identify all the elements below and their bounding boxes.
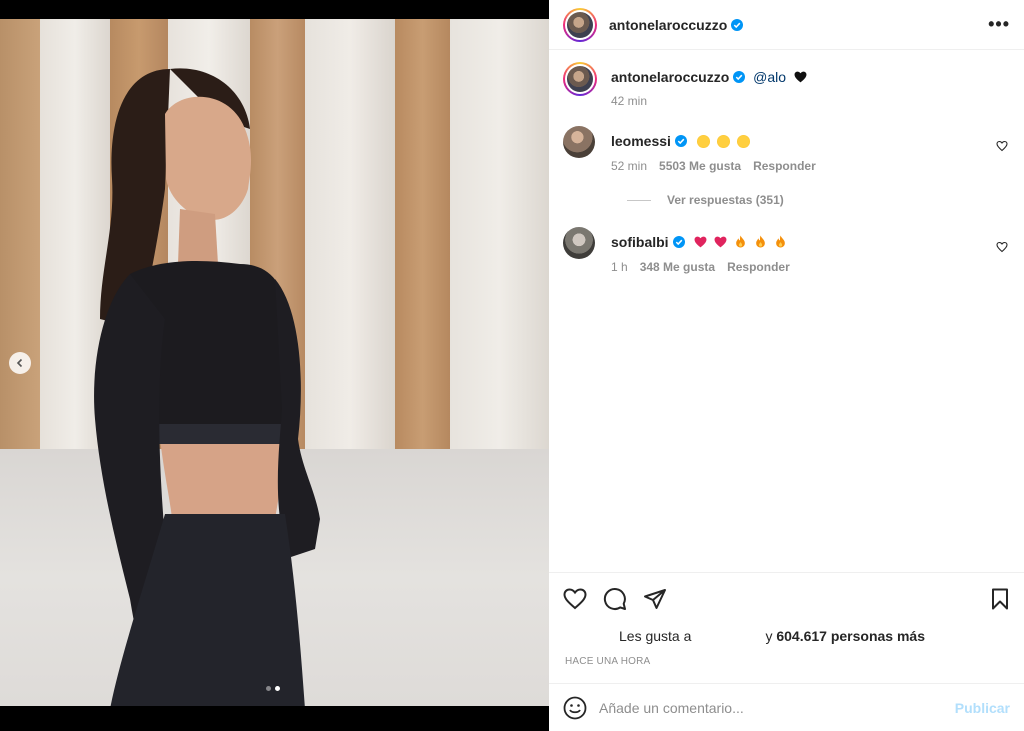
verified-badge-icon	[672, 236, 685, 248]
likes-summary: Les gusta a y 604.617 personas más	[549, 624, 939, 644]
replies-divider	[627, 199, 651, 201]
likes-y: y	[765, 628, 773, 644]
bookmark-icon	[992, 588, 1008, 609]
caption-time: 42 min	[611, 94, 648, 108]
comment-time: 52 min	[611, 159, 648, 173]
post-media	[0, 0, 549, 731]
verified-badge-icon	[731, 18, 744, 31]
red-heart-emoji-icon	[714, 236, 727, 248]
fire-emoji-icon	[776, 235, 785, 248]
view-replies-button[interactable]: Ver respuestas (351)	[627, 193, 1010, 207]
likes-prefix: Les gusta a	[619, 628, 692, 644]
comment-avatar[interactable]	[563, 126, 595, 158]
smiley-icon[interactable]	[563, 696, 587, 720]
slide-dot	[266, 686, 271, 691]
post-panel: antonelaroccuzzo ••• antonelaroccuzzo @a…	[549, 0, 1024, 731]
author-avatar[interactable]	[563, 7, 597, 42]
verified-badge-icon	[674, 135, 687, 147]
caption-avatar[interactable]	[563, 62, 597, 96]
comment-icon	[603, 587, 626, 610]
author-username[interactable]: antonelaroccuzzo	[609, 17, 727, 33]
heart-icon	[563, 587, 587, 609]
comment-input[interactable]	[599, 699, 955, 716]
heart-icon[interactable]	[996, 241, 1008, 253]
post-header: antonelaroccuzzo •••	[549, 0, 1024, 50]
comment-item: leomessi 52 min 5503 Me gusta Responder	[563, 126, 1010, 173]
share-button[interactable]	[643, 588, 667, 610]
previous-slide-button[interactable]	[9, 352, 31, 374]
publish-button[interactable]: Publicar	[955, 700, 1010, 716]
black-heart-emoji-icon	[794, 71, 807, 83]
comment-button[interactable]	[603, 587, 627, 611]
fire-emoji-icon	[736, 235, 746, 248]
comment-avatar[interactable]	[563, 227, 595, 259]
likes-count[interactable]: 604.617 personas más	[776, 628, 925, 644]
reply-button[interactable]: Responder	[753, 159, 816, 173]
heart-eyes-emoji-icon	[696, 135, 710, 148]
heart-eyes-emoji-icon	[716, 135, 730, 148]
slide-dot-active	[275, 686, 280, 691]
comment-username[interactable]: sofibalbi	[611, 234, 669, 250]
view-replies-label: Ver respuestas (351)	[667, 193, 784, 207]
comment-likes[interactable]: 5503 Me gusta	[659, 159, 741, 173]
post-photo[interactable]	[0, 19, 549, 706]
comments-section: antonelaroccuzzo @alo 42 min leomessi 52…	[549, 50, 1024, 572]
slide-indicator	[266, 686, 280, 691]
comment-time: 1 h	[611, 260, 628, 274]
add-comment-bar: Publicar	[549, 683, 1024, 731]
comment-item: sofibalbi 1 h 348 Me gusta Responder	[563, 227, 1010, 274]
verified-badge-icon	[733, 71, 746, 83]
post-timestamp[interactable]: HACE UNA HORA	[549, 644, 1024, 667]
caption: antonelaroccuzzo @alo 42 min	[563, 62, 1010, 108]
person-figure	[94, 68, 320, 706]
caption-username[interactable]: antonelaroccuzzo	[611, 69, 729, 85]
fire-emoji-icon	[756, 235, 765, 248]
post-actions	[549, 572, 1024, 624]
heart-eyes-emoji-icon	[736, 135, 750, 148]
more-options-icon[interactable]: •••	[988, 14, 1010, 35]
reply-button[interactable]: Responder	[727, 260, 790, 274]
comment-username[interactable]: leomessi	[611, 133, 671, 149]
like-button[interactable]	[563, 587, 587, 610]
post-viewer: antonelaroccuzzo ••• antonelaroccuzzo @a…	[0, 0, 1024, 731]
red-heart-emoji-icon	[694, 236, 707, 248]
send-icon	[644, 588, 666, 609]
save-button[interactable]	[990, 588, 1010, 610]
caption-mention-link[interactable]: @alo	[753, 69, 786, 85]
heart-icon[interactable]	[996, 140, 1008, 152]
comment-likes[interactable]: 348 Me gusta	[640, 260, 715, 274]
chevron-left-icon	[16, 358, 23, 368]
